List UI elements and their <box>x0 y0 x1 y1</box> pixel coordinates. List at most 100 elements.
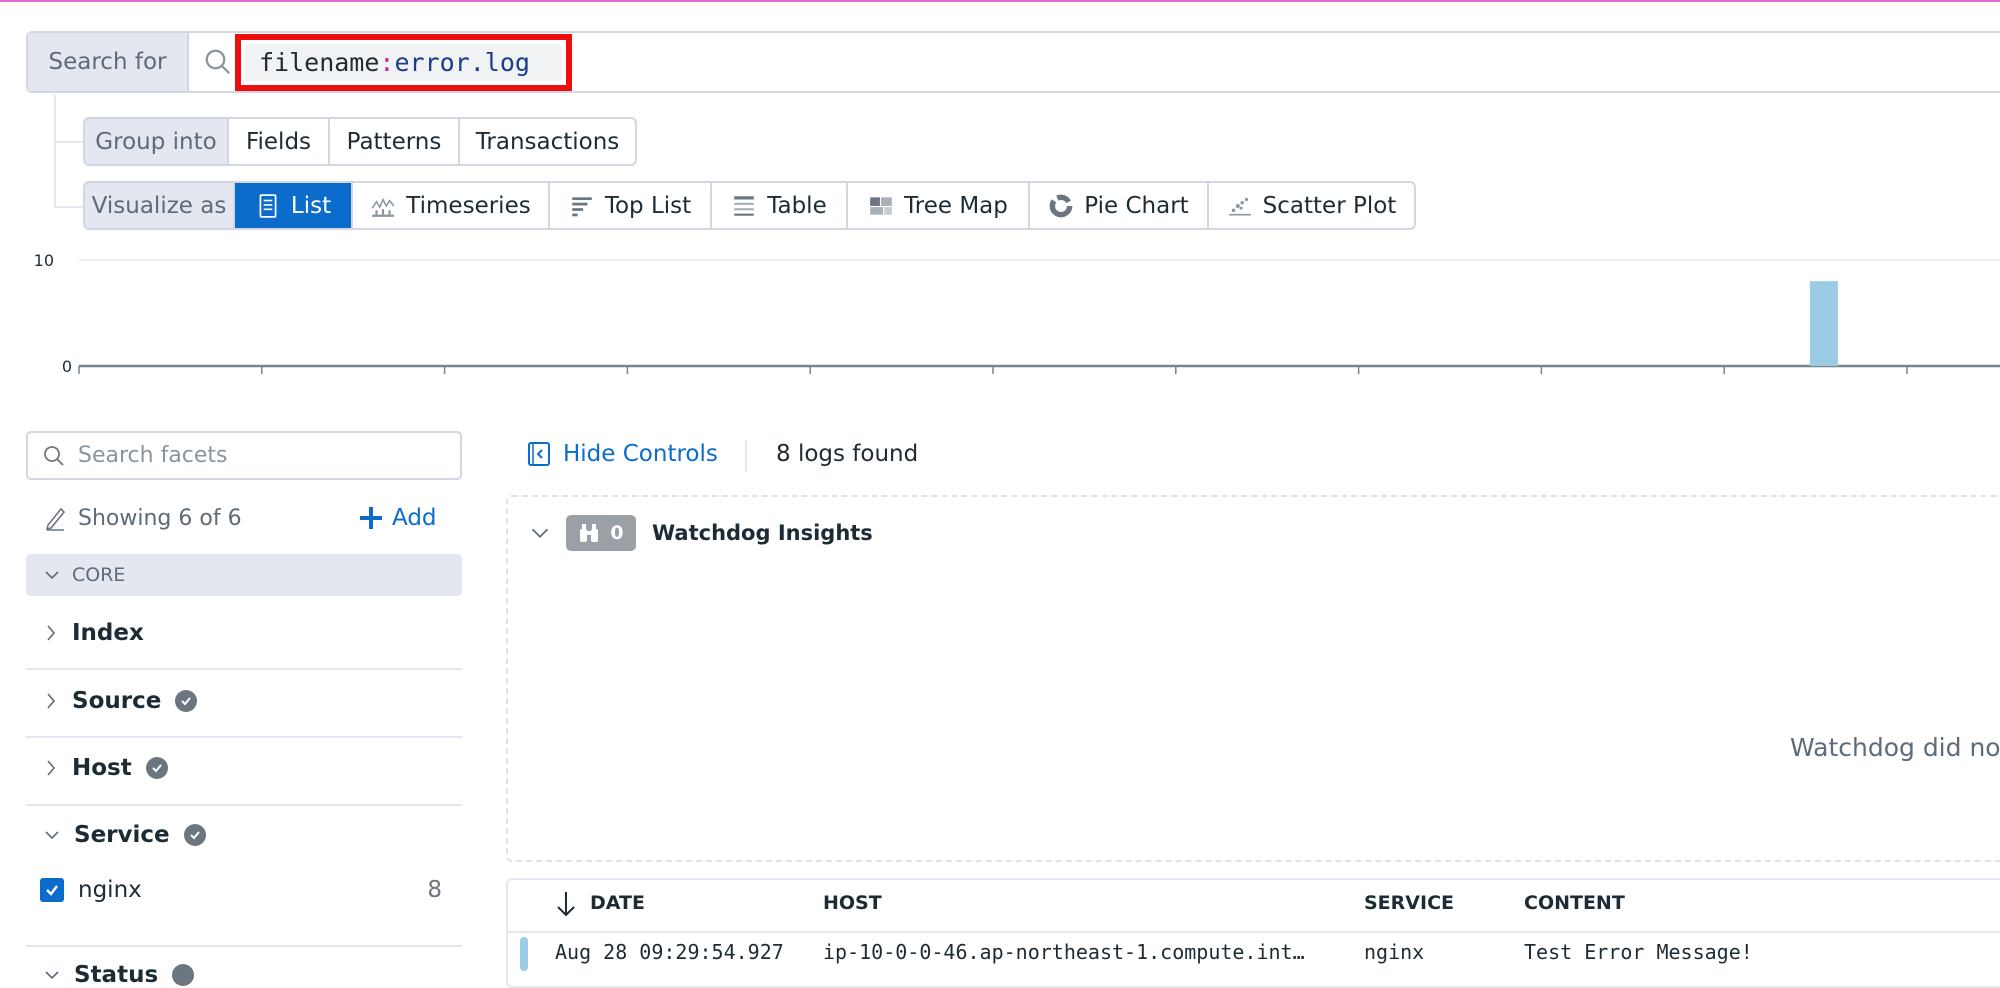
verified-check-icon <box>172 964 195 986</box>
facet-label: Service <box>74 822 170 848</box>
visualize-as-label: Visualize as <box>85 183 235 228</box>
tree-map-icon <box>870 196 892 215</box>
divider <box>26 736 462 738</box>
visualize-tree-map-button[interactable]: Tree Map <box>848 183 1030 228</box>
binoculars-icon <box>580 524 599 542</box>
divider <box>506 931 2000 933</box>
showing-count: Showing 6 of 6 <box>78 505 242 531</box>
facet-group-label: CORE <box>72 564 126 586</box>
group-patterns-button[interactable]: Patterns <box>330 119 460 164</box>
chevron-down-icon <box>45 971 59 980</box>
query-key: filename <box>259 48 380 77</box>
group-into-label: Group into <box>85 119 229 164</box>
log-content[interactable]: Test Error Message! <box>1524 940 1753 964</box>
chevron-down-icon <box>45 571 59 580</box>
logs-found-count: 8 logs found <box>776 441 919 467</box>
scatter-plot-icon <box>1228 197 1251 215</box>
hide-controls-button[interactable]: Hide Controls <box>527 441 718 467</box>
verified-check-icon <box>175 690 198 712</box>
visualize-top-list-button[interactable]: Top List <box>550 183 712 228</box>
visualize-list-button[interactable]: List <box>235 183 353 228</box>
top-list-icon <box>572 196 592 216</box>
tree-map-label: Tree Map <box>904 192 1008 219</box>
visualize-as-control: Visualize as List Timeseries Top List Ta… <box>83 181 1416 230</box>
facet-label: Index <box>72 620 144 646</box>
pencil-icon <box>45 507 66 531</box>
column-header-host[interactable]: HOST <box>823 892 882 914</box>
facet-host[interactable]: Host <box>26 755 462 781</box>
facet-value-count: 8 <box>427 877 442 903</box>
chevron-right-icon <box>47 760 56 776</box>
search-bar[interactable]: Search for filename: error.log <box>26 31 2000 93</box>
facet-service[interactable]: Service <box>26 822 462 848</box>
table-label: Table <box>767 192 827 219</box>
watchdog-count: 0 <box>610 522 624 544</box>
pie-chart-icon <box>1049 194 1073 217</box>
hide-controls-label: Hide Controls <box>563 441 718 467</box>
facet-value-label: nginx <box>78 877 142 903</box>
query-separator: : <box>379 48 395 77</box>
watchdog-message: Watchdog did no <box>1790 733 2000 762</box>
divider <box>26 804 462 806</box>
log-status-indicator <box>520 937 528 971</box>
divider <box>26 668 462 670</box>
pie-chart-label: Pie Chart <box>1084 192 1189 219</box>
log-service[interactable]: nginx <box>1364 940 1424 964</box>
column-header-service[interactable]: SERVICE <box>1364 892 1454 914</box>
y-tick-label: 0 <box>62 357 72 376</box>
divider <box>745 440 747 472</box>
y-tick-label: 10 <box>34 251 54 270</box>
group-transactions-button[interactable]: Transactions <box>460 119 635 164</box>
chevron-down-icon <box>531 528 549 538</box>
watchdog-count-badge: 0 <box>566 515 636 551</box>
search-query-input[interactable]: filename: error.log <box>235 34 572 91</box>
verified-check-icon <box>145 757 168 779</box>
log-table <box>506 878 2000 988</box>
watchdog-insights-header[interactable]: 0 Watchdog Insights <box>530 515 873 551</box>
log-host[interactable]: ip-10-0-0-46.ap-northeast-1.compute.int… <box>823 940 1305 964</box>
visualize-table-button[interactable]: Table <box>712 183 848 228</box>
facet-status[interactable]: Status <box>26 962 462 988</box>
facet-source[interactable]: Source <box>26 688 462 714</box>
timeseries-label: Timeseries <box>406 192 531 219</box>
sort-descending-icon[interactable] <box>555 890 577 918</box>
chevron-down-icon <box>45 831 59 840</box>
add-facet-button[interactable]: Add <box>360 505 437 531</box>
list-label: List <box>290 192 332 219</box>
facet-search-placeholder: Search facets <box>78 443 228 468</box>
facet-label: Host <box>72 755 132 781</box>
collapse-panel-icon <box>528 442 550 466</box>
log-date[interactable]: Aug 28 09:29:54.927 <box>555 940 784 964</box>
column-header-content[interactable]: CONTENT <box>1524 892 1625 914</box>
column-header-date[interactable]: DATE <box>590 892 645 914</box>
facet-index[interactable]: Index <box>26 620 462 646</box>
query-value: error.log <box>394 48 530 77</box>
verified-check-icon <box>183 824 206 846</box>
tree-connector <box>54 141 84 143</box>
facet-label: Status <box>74 962 159 988</box>
showing-facets[interactable]: Showing 6 of 6 <box>44 505 242 531</box>
facet-search-input[interactable]: Search facets <box>26 431 462 480</box>
timeseries-icon <box>371 197 395 217</box>
facet-group-core[interactable]: CORE <box>26 554 462 596</box>
visualize-timeseries-button[interactable]: Timeseries <box>353 183 550 228</box>
visualize-pie-chart-button[interactable]: Pie Chart <box>1030 183 1209 228</box>
scatter-plot-label: Scatter Plot <box>1262 192 1397 219</box>
bar <box>1809 281 1838 366</box>
facet-value-nginx[interactable]: nginx 8 <box>40 877 442 903</box>
facet-label: Source <box>72 688 162 714</box>
add-label: Add <box>392 505 437 531</box>
top-accent-line <box>0 0 2000 2</box>
list-icon <box>259 193 277 218</box>
chevron-right-icon <box>47 693 56 709</box>
checkbox-checked[interactable] <box>40 878 64 902</box>
search-icon <box>44 445 64 466</box>
log-count-chart: 10 0 <box>34 251 2000 376</box>
visualize-scatter-plot-button[interactable]: Scatter Plot <box>1209 183 1414 228</box>
chevron-right-icon <box>47 625 56 641</box>
top-list-label: Top List <box>604 192 692 219</box>
group-into-control: Group into Fields Patterns Transactions <box>83 117 637 166</box>
divider <box>26 945 462 947</box>
group-fields-button[interactable]: Fields <box>229 119 330 164</box>
tree-connector <box>54 206 84 208</box>
